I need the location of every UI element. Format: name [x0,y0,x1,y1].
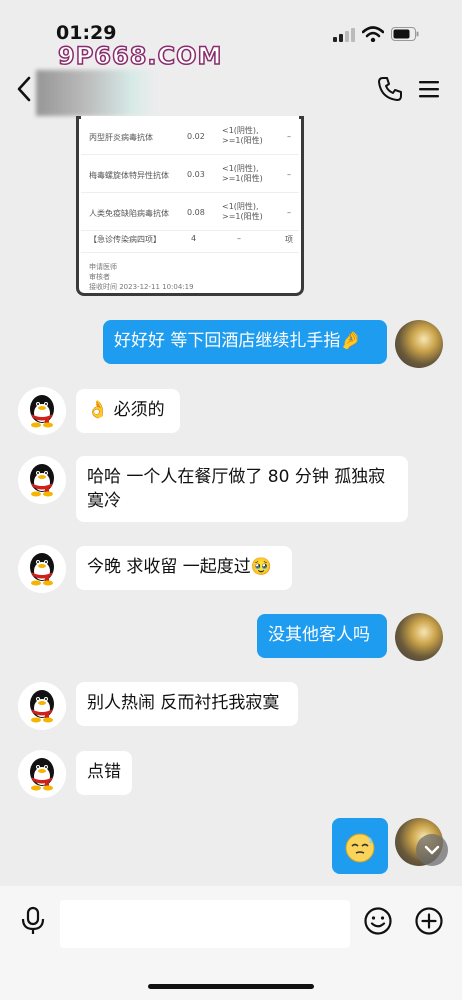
contact-avatar[interactable] [18,682,66,730]
lab-report-image[interactable]: 丙型肝炎病毒抗体 0.02 <1(阴性), >=1(阳性) – 梅毒螺旋体特异性抗… [76,116,304,296]
contact-avatar[interactable] [18,387,66,435]
status-time: 01:29 [56,22,117,44]
contact-avatar[interactable] [18,750,66,798]
report-row: 丙型肝炎病毒抗体 0.02 <1(阴性), >=1(阳性) – [81,118,299,155]
message-bubble-incoming[interactable]: 哈哈 一个人在餐厅做了 80 分钟 孤独寂寞冷 [76,456,408,522]
report-item-flag: – [287,208,291,217]
chat-header [0,70,462,116]
wifi-icon [362,26,384,42]
message-bubble-outgoing[interactable]: 没其他客人吗 [257,614,387,658]
report-item-reference: <1(阴性), >=1(阳性) [222,164,263,183]
report-item-reference: <1(阴性), >=1(阳性) [222,202,263,221]
report-item-flag: – [287,170,291,179]
report-item-reference: <1(阴性), >=1(阳性) [222,126,263,145]
report-item-value: 4 [191,234,197,243]
message-bubble-incoming[interactable]: 别人热闹 反而衬托我寂寞 [76,682,298,726]
input-bar [0,886,462,1000]
report-item-name: 丙型肝炎病毒抗体 [89,133,153,142]
report-item-name: 【急诊传染病四项】 [89,235,161,244]
sleepy-face-icon [345,833,375,863]
scroll-down-button[interactable] [416,834,448,866]
back-icon[interactable] [14,74,36,104]
report-item-flag: – [287,132,291,141]
contact-avatar[interactable] [18,545,66,593]
report-item-flag: 项 [285,235,293,244]
chevron-down-icon [424,845,440,855]
menu-icon[interactable] [418,78,440,100]
penguin-icon [18,682,66,730]
report-row: 【急诊传染病四项】 4 – 项 [81,226,299,253]
report-item-value: 0.03 [187,170,205,179]
mic-icon[interactable] [20,906,46,936]
penguin-icon [18,545,66,593]
report-footer-line: 审核者 [89,273,110,281]
my-avatar[interactable] [395,320,443,368]
report-item-value: 0.08 [187,208,205,217]
status-bar: 01:29 9P668.COM [0,0,462,71]
emoji-icon[interactable] [363,906,393,936]
penguin-icon [18,456,66,504]
message-input[interactable] [60,900,350,948]
plus-icon[interactable] [414,906,444,936]
penguin-icon [18,750,66,798]
report-footer-line: 接收时间 2023-12-11 10:04:19 [89,283,194,291]
message-bubble-incoming[interactable]: 👌 必须的 [76,389,180,433]
report-footer-line: 申请医师 [89,263,117,271]
message-bubble-incoming[interactable]: 点错 [76,751,132,795]
watermark-text: 9P668.COM [57,41,223,71]
contact-avatar-blurred[interactable] [36,70,156,116]
home-indicator [148,984,314,989]
penguin-icon [18,387,66,435]
report-item-name: 梅毒螺旋体特异性抗体 [89,171,169,180]
message-bubble-outgoing[interactable]: 好好好 等下回酒店继续扎手指🤌 [103,320,387,364]
phone-icon[interactable] [377,76,403,102]
message-bubble-incoming[interactable]: 今晚 求收留 一起度过🥹 [76,546,292,590]
my-avatar[interactable] [395,613,443,661]
battery-icon [391,27,419,41]
report-row: 梅毒螺旋体特异性抗体 0.03 <1(阴性), >=1(阳性) – [81,156,299,193]
report-item-name: 人类免疫缺陷病毒抗体 [89,209,169,218]
contact-avatar[interactable] [18,456,66,504]
report-item-value: 0.02 [187,132,205,141]
sticker-message[interactable] [332,818,388,874]
signal-icon [333,28,355,42]
